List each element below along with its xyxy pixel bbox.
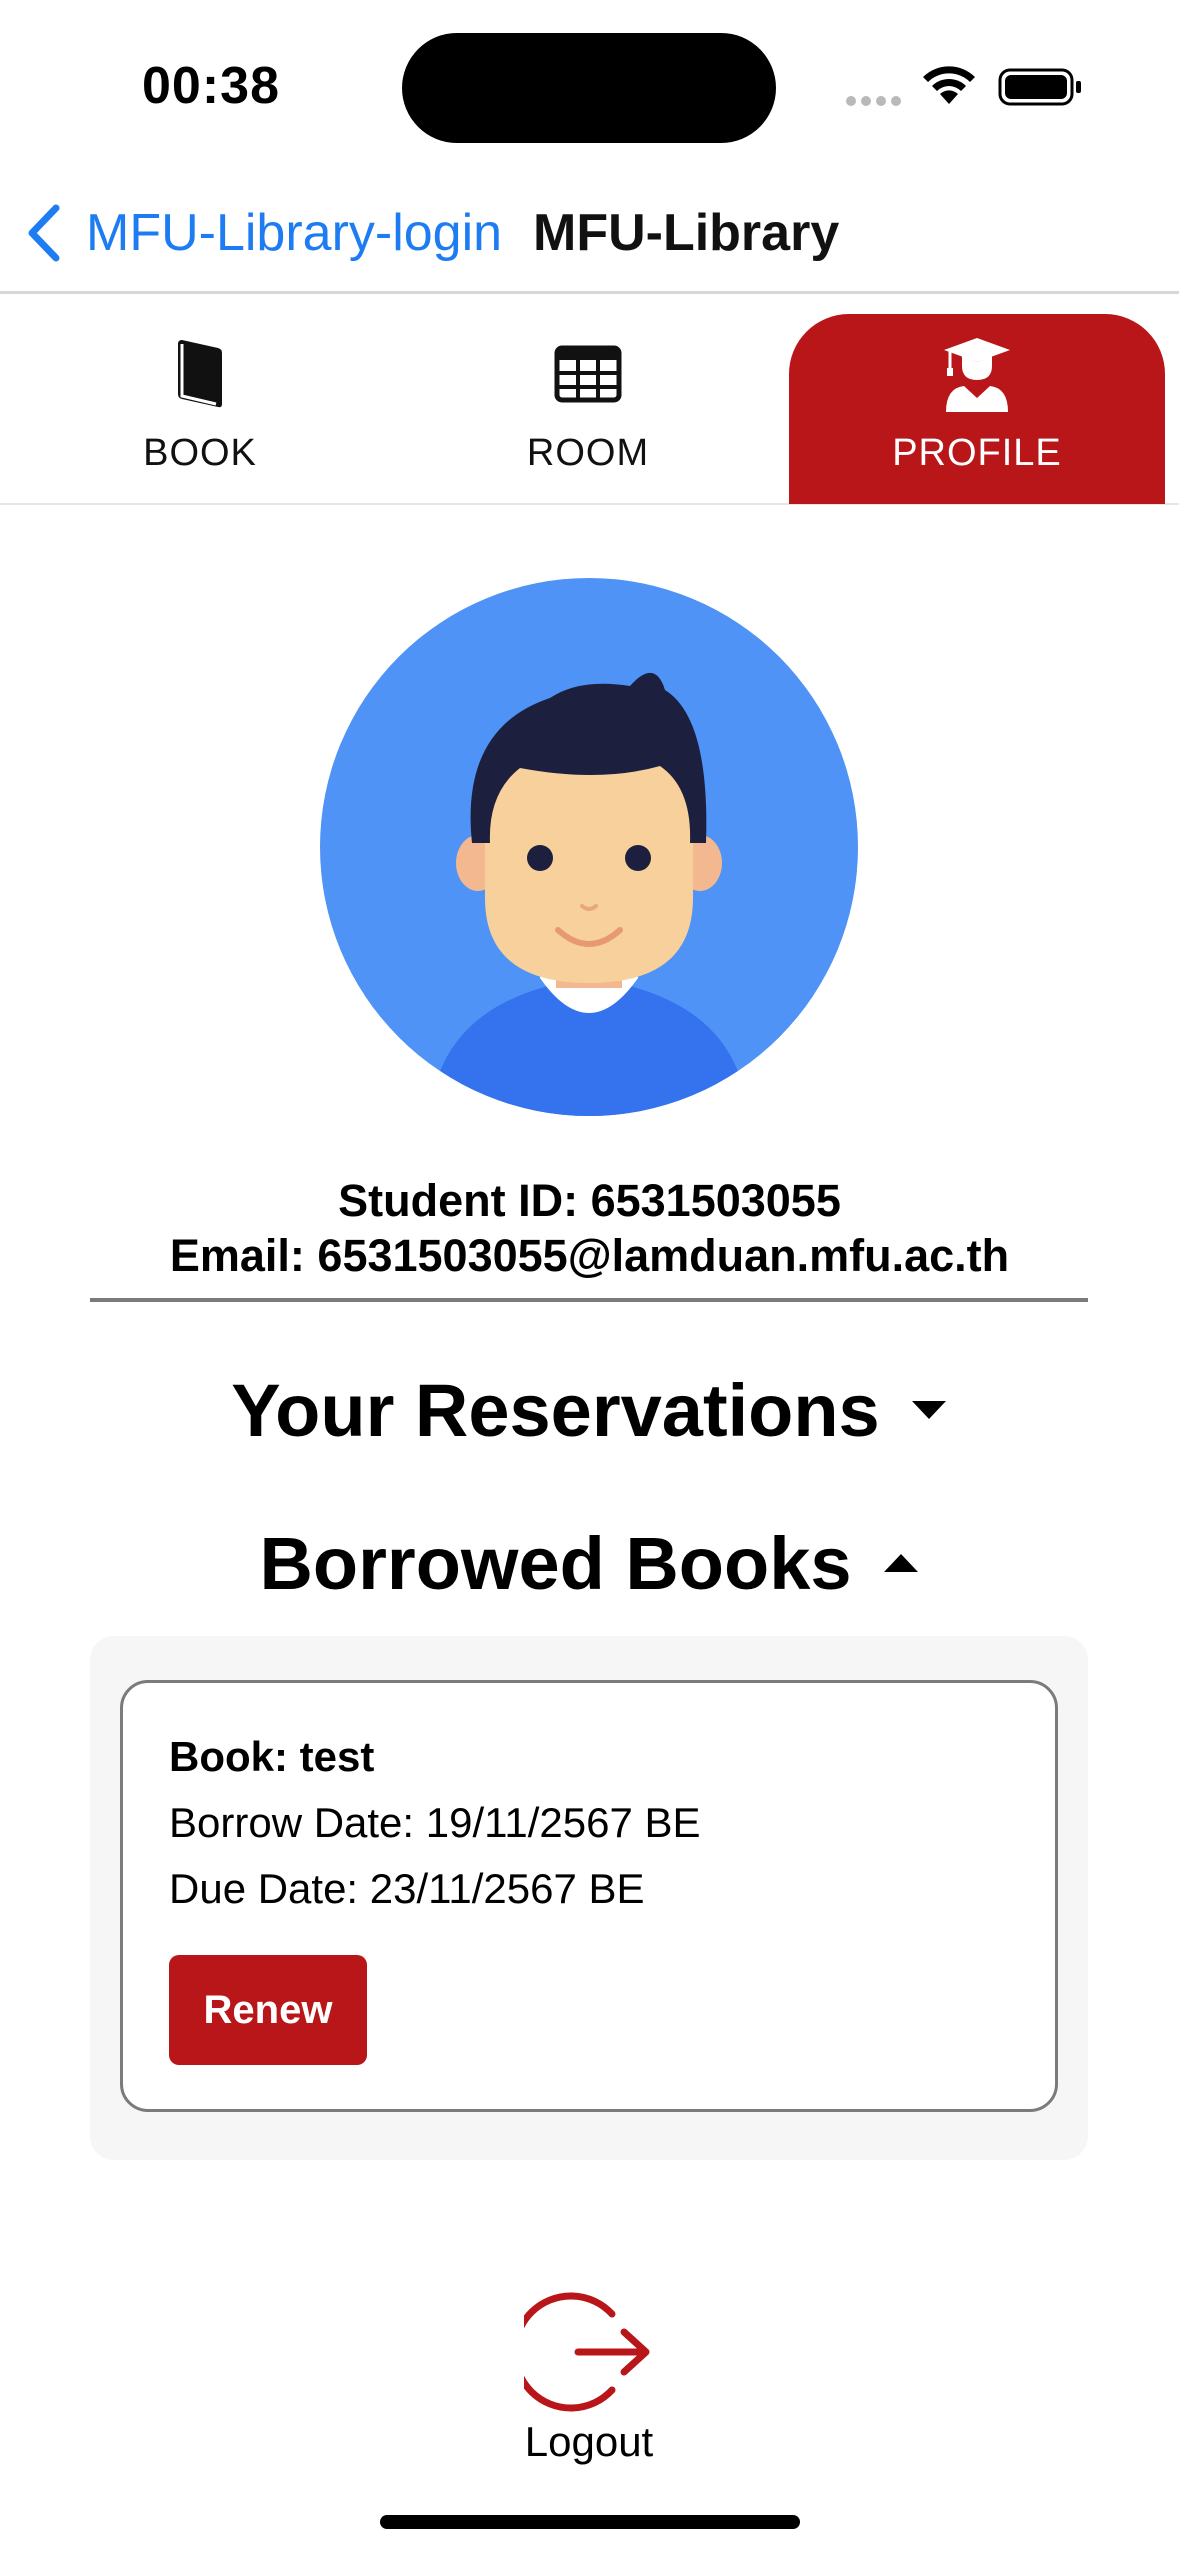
borrowed-books-toggle[interactable]: Borrowed Books <box>0 1518 1179 1608</box>
tab-label: ROOM <box>526 432 650 474</box>
logout-button[interactable]: Logout <box>489 2290 689 2470</box>
back-label: MFU-Library-login <box>86 204 503 262</box>
reservations-toggle[interactable]: Your Reservations <box>0 1365 1179 1455</box>
home-indicator[interactable] <box>380 2515 800 2529</box>
student-id: Student ID: 6531503055 <box>338 1175 841 1226</box>
renew-button[interactable]: Renew <box>169 1955 367 2065</box>
logout-icon <box>524 2292 650 2412</box>
avatar <box>320 578 858 1116</box>
borrow-date: Borrow Date: 19/11/2567 BE <box>169 1799 701 1846</box>
status-bar: 00:38 <box>0 0 1179 170</box>
tab-label: BOOK <box>143 432 257 474</box>
email: Email: 6531503055@lamduan.mfu.ac.th <box>169 1230 1010 1281</box>
tab-bar: BOOK ROOM PROFILE <box>0 297 1179 505</box>
due-date: Due Date: 23/11/2567 BE <box>169 1865 645 1912</box>
tab-label: PROFILE <box>892 432 1062 474</box>
wifi-icon <box>923 66 975 104</box>
dynamic-island <box>402 33 776 143</box>
chevron-left-icon <box>28 204 60 262</box>
tab-book[interactable]: BOOK <box>12 314 388 504</box>
page-title: MFU-Library <box>533 204 840 262</box>
book-card: Book: test Borrow Date: 19/11/2567 BE Du… <box>120 1680 1058 2112</box>
caret-up-icon <box>883 1554 918 1572</box>
tab-profile[interactable]: PROFILE <box>789 314 1165 504</box>
navigation-bar: MFU-Library-login MFU-Library <box>0 170 1179 294</box>
back-button[interactable]: MFU-Library-login <box>26 198 502 268</box>
book-icon <box>178 340 222 408</box>
book-title: Book: test <box>169 1733 375 1780</box>
tab-room[interactable]: ROOM <box>400 314 776 504</box>
logout-label: Logout <box>524 2418 654 2465</box>
battery-icon <box>998 68 1081 106</box>
graduate-user-icon <box>944 338 1010 412</box>
cellular-signal-icon <box>846 93 906 107</box>
borrowed-books-title: Borrowed Books <box>259 1521 852 1605</box>
grid-table-icon <box>554 345 622 403</box>
caret-down-icon <box>911 1401 946 1419</box>
reservations-title: Your Reservations <box>231 1368 880 1452</box>
divider <box>90 1298 1088 1302</box>
borrowed-books-panel: Book: test Borrow Date: 19/11/2567 BE Du… <box>90 1636 1088 2160</box>
status-time: 00:38 <box>142 57 280 115</box>
